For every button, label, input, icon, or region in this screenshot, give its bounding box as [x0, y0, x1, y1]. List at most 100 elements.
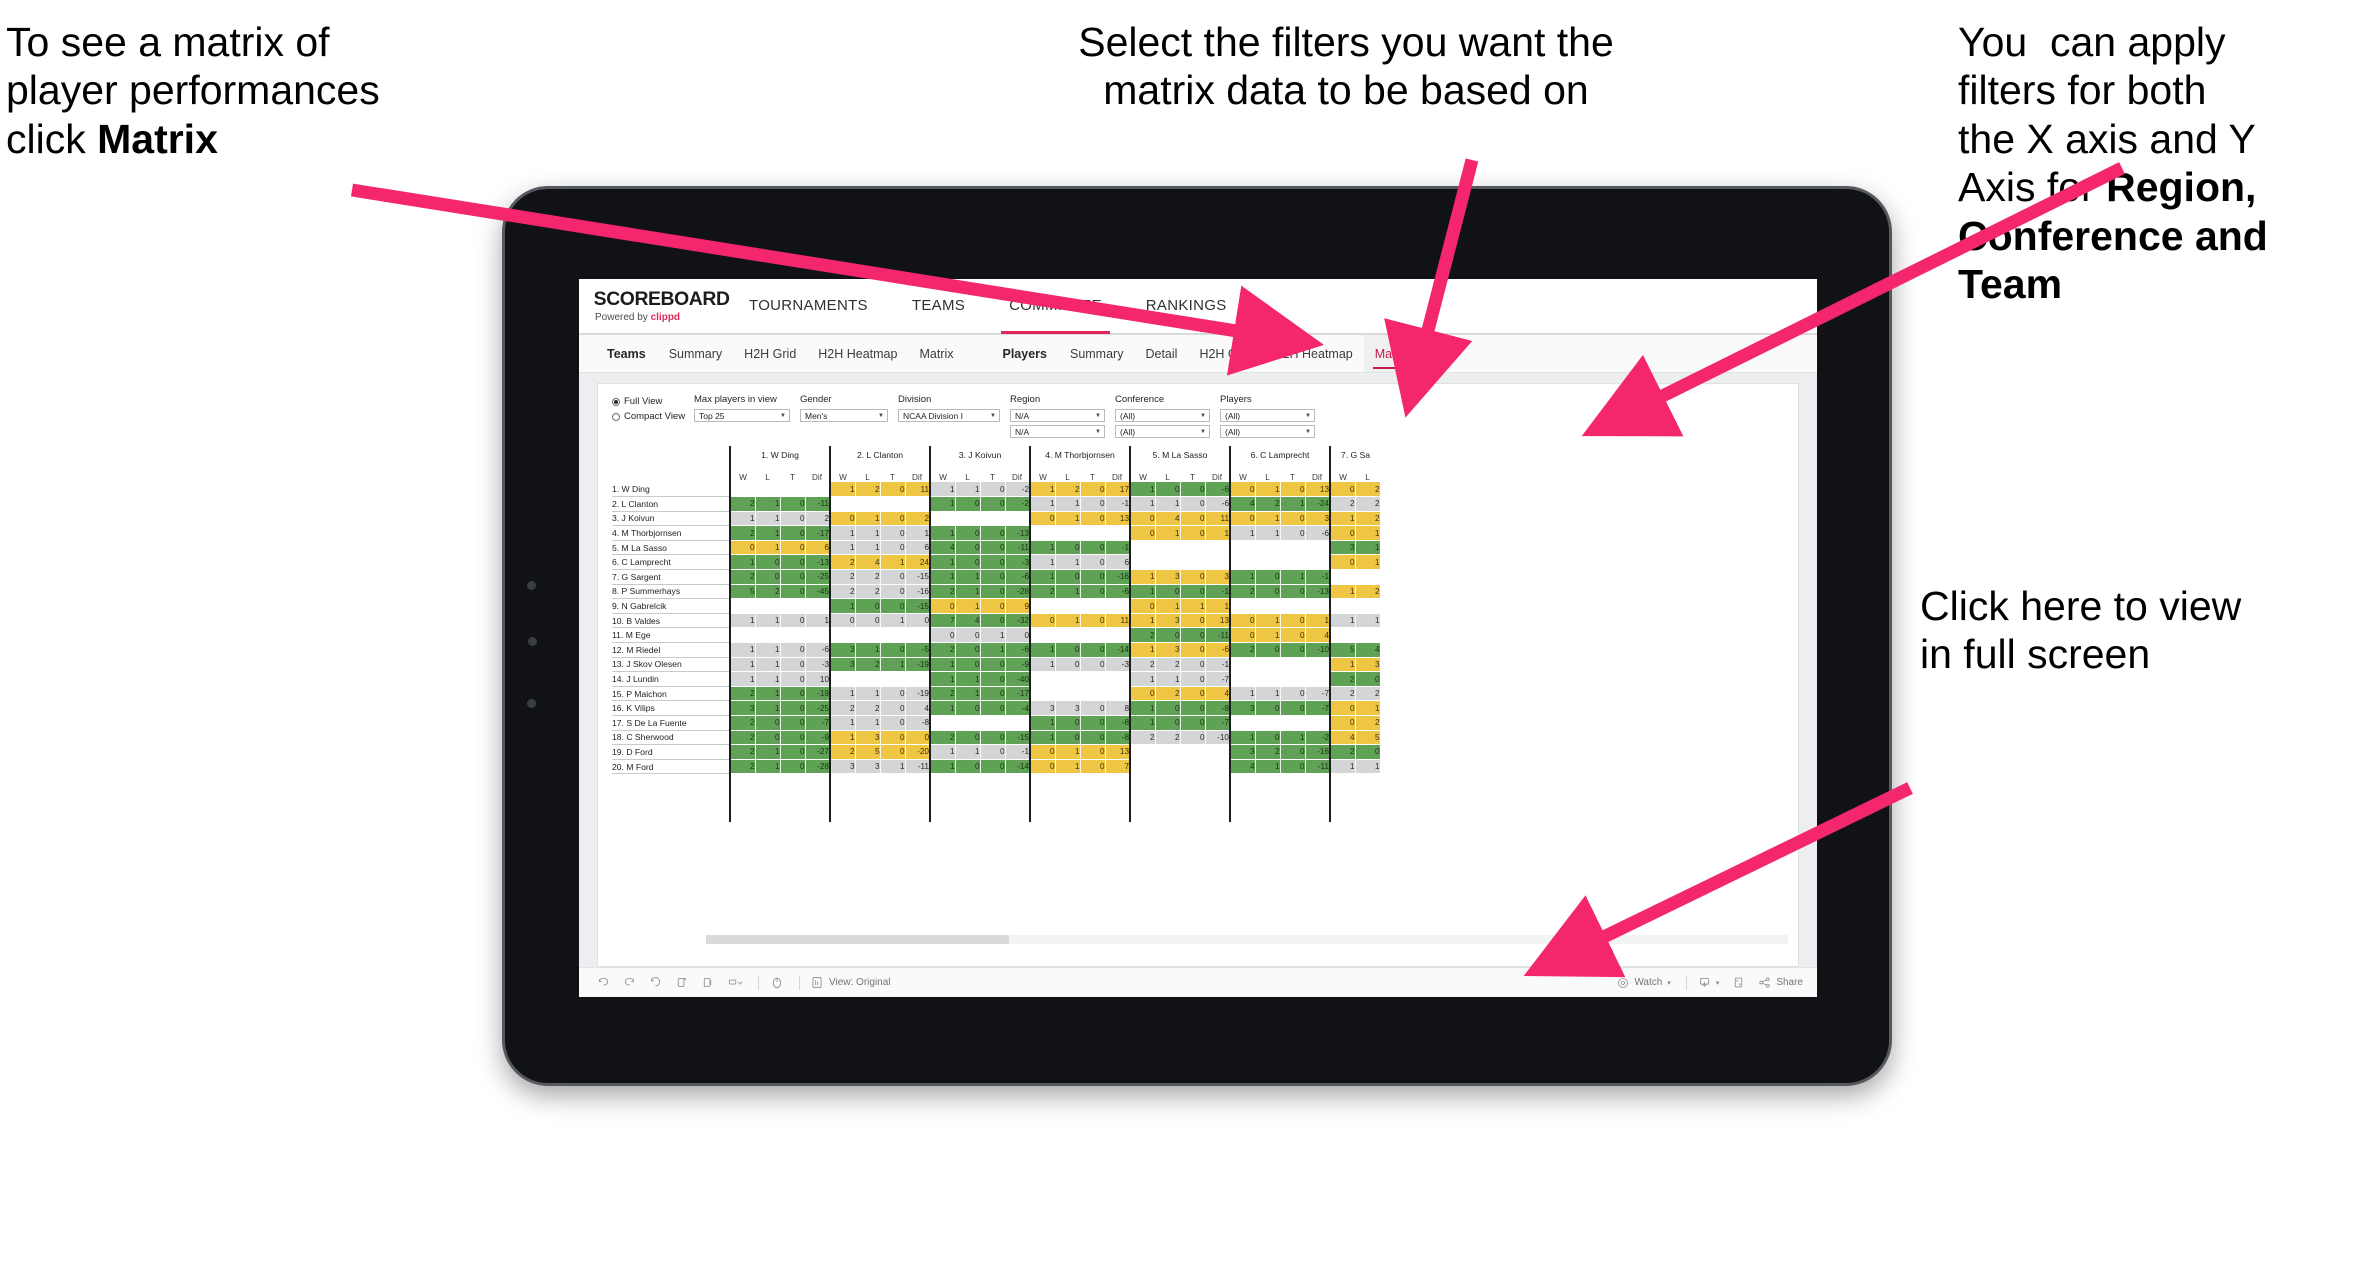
matrix-cell[interactable]: 2: [1055, 482, 1081, 498]
matrix-cell[interactable]: 1: [1280, 496, 1306, 512]
matrix-cell[interactable]: 2: [1355, 496, 1381, 512]
matrix-cell[interactable]: [1255, 715, 1281, 731]
matrix-cell[interactable]: 4: [1155, 511, 1181, 527]
matrix-cell[interactable]: [1355, 598, 1381, 614]
matrix-cell[interactable]: 0: [1080, 496, 1106, 512]
matrix-cell[interactable]: 4: [1229, 496, 1256, 512]
matrix-cell[interactable]: [1255, 554, 1281, 571]
topnav-item-teams[interactable]: TEAMS: [890, 279, 987, 334]
matrix-cell[interactable]: 0: [980, 613, 1006, 629]
filter-select-players[interactable]: (All) ▼: [1220, 409, 1315, 422]
matrix-cell[interactable]: 1: [1129, 613, 1156, 629]
matrix-cell[interactable]: [1205, 540, 1231, 556]
matrix-cell[interactable]: -16: [1305, 744, 1331, 760]
matrix-cell[interactable]: 0: [1055, 642, 1081, 658]
matrix-cell[interactable]: [1055, 525, 1081, 541]
matrix-cell[interactable]: [880, 627, 906, 644]
matrix-cell[interactable]: [929, 511, 956, 527]
matrix-cell[interactable]: 0: [1080, 730, 1106, 746]
matrix-cell[interactable]: 1: [1029, 730, 1056, 746]
refresh-data-icon[interactable]: [675, 976, 688, 989]
matrix-cell[interactable]: 0: [1080, 642, 1106, 658]
matrix-cell[interactable]: [1080, 627, 1106, 644]
matrix-cell[interactable]: 2: [1155, 686, 1181, 702]
matrix-cell[interactable]: -6: [1005, 642, 1031, 658]
matrix-cell[interactable]: 0: [1080, 584, 1106, 600]
matrix-cell[interactable]: 1: [755, 496, 781, 512]
matrix-cell[interactable]: 2: [729, 686, 756, 702]
matrix-cell[interactable]: [1155, 759, 1181, 775]
matrix-cell[interactable]: [1080, 598, 1106, 614]
matrix-cell[interactable]: [1129, 540, 1156, 556]
matrix-cell[interactable]: 1: [880, 657, 906, 673]
matrix-cell[interactable]: 0: [1155, 482, 1181, 498]
matrix-cell[interactable]: 1: [829, 540, 856, 556]
matrix-cell[interactable]: 1: [1029, 569, 1056, 585]
matrix-cell[interactable]: 1: [1055, 759, 1081, 775]
matrix-cell[interactable]: 1: [1255, 627, 1281, 644]
matrix-cell[interactable]: 1: [1155, 496, 1181, 512]
matrix-cell[interactable]: 1: [1255, 613, 1281, 629]
matrix-cell[interactable]: 0: [1129, 525, 1156, 541]
matrix-cell[interactable]: 0: [1055, 569, 1081, 585]
matrix-cell[interactable]: [1155, 540, 1181, 556]
matrix-cell[interactable]: 3: [1229, 700, 1256, 716]
fullscreen-icon[interactable]: [1732, 976, 1745, 989]
matrix-cell[interactable]: 4: [1229, 759, 1256, 775]
matrix-cell[interactable]: 0: [980, 584, 1006, 600]
matrix-cell[interactable]: 0: [1180, 525, 1206, 541]
matrix-cell[interactable]: -1: [1105, 496, 1131, 512]
matrix-cell[interactable]: 2: [855, 700, 881, 716]
matrix-cell[interactable]: 0: [780, 496, 806, 512]
matrix-cell[interactable]: -28: [1005, 584, 1031, 600]
matrix-cell[interactable]: [1205, 744, 1231, 760]
matrix-cell[interactable]: 2: [755, 584, 781, 600]
matrix-cell[interactable]: 2: [1329, 744, 1356, 760]
matrix-cell[interactable]: 1: [1355, 700, 1381, 716]
matrix-cell[interactable]: 1: [1055, 554, 1081, 571]
matrix-cell[interactable]: 0: [955, 657, 981, 673]
matrix-cell[interactable]: 0: [1280, 613, 1306, 629]
matrix-cell[interactable]: 0: [1029, 511, 1056, 527]
matrix-cell[interactable]: 0: [1080, 613, 1106, 629]
matrix-cell[interactable]: 1: [980, 627, 1006, 644]
matrix-cell[interactable]: 2: [1329, 671, 1356, 687]
matrix-cell[interactable]: [1229, 671, 1256, 687]
matrix-cell[interactable]: 1: [1255, 482, 1281, 498]
matrix-cell[interactable]: [1329, 569, 1356, 585]
matrix-cell[interactable]: 1: [1055, 744, 1081, 760]
matrix-cell[interactable]: 0: [1080, 540, 1106, 556]
matrix-cell[interactable]: 2: [929, 642, 956, 658]
matrix-cell[interactable]: 0: [1180, 569, 1206, 585]
matrix-cell[interactable]: 2: [729, 730, 756, 746]
matrix-cell[interactable]: 0: [1029, 613, 1056, 629]
matrix-cell[interactable]: [1055, 671, 1081, 687]
matrix-cell[interactable]: -3: [1105, 657, 1131, 673]
matrix-cell[interactable]: 0: [780, 525, 806, 541]
pause-auto-update-icon[interactable]: [701, 976, 714, 989]
matrix-cell[interactable]: -19: [805, 686, 831, 702]
matrix-cell[interactable]: 1: [1129, 671, 1156, 687]
matrix-cell[interactable]: 7: [929, 613, 956, 629]
matrix-cell[interactable]: -11: [1305, 759, 1331, 775]
tab-teams-matrix[interactable]: Matrix: [908, 335, 964, 372]
matrix-row[interactable]: 11. M Ege 0 0 1 0 2 0 0 -11 0 1 0 4: [612, 627, 1381, 644]
matrix-cell[interactable]: 2: [805, 511, 831, 527]
matrix-cell[interactable]: 2: [855, 482, 881, 498]
matrix-cell[interactable]: 0: [880, 540, 906, 556]
matrix-cell[interactable]: 4: [929, 540, 956, 556]
matrix-cell[interactable]: 1: [729, 642, 756, 658]
matrix-cell[interactable]: 1: [1255, 686, 1281, 702]
matrix-cell[interactable]: -1: [1005, 744, 1031, 760]
matrix-cell[interactable]: 24: [905, 554, 931, 571]
matrix-cell[interactable]: 1: [829, 525, 856, 541]
filter-select-gender[interactable]: Men's ▼: [800, 409, 888, 422]
matrix-cell[interactable]: 0: [880, 715, 906, 731]
matrix-cell[interactable]: 0: [880, 482, 906, 498]
matrix-cell[interactable]: 0: [980, 598, 1006, 614]
matrix-cell[interactable]: 0: [1255, 569, 1281, 585]
filter-select-region[interactable]: N/A ▼: [1010, 409, 1105, 422]
matrix-cell[interactable]: 4: [1305, 627, 1331, 644]
matrix-cell[interactable]: [755, 627, 781, 644]
matrix-row[interactable]: 9. N Gabrelcik 1 0 0 -15 0 1 0 9 0 1 1 1: [612, 598, 1381, 614]
